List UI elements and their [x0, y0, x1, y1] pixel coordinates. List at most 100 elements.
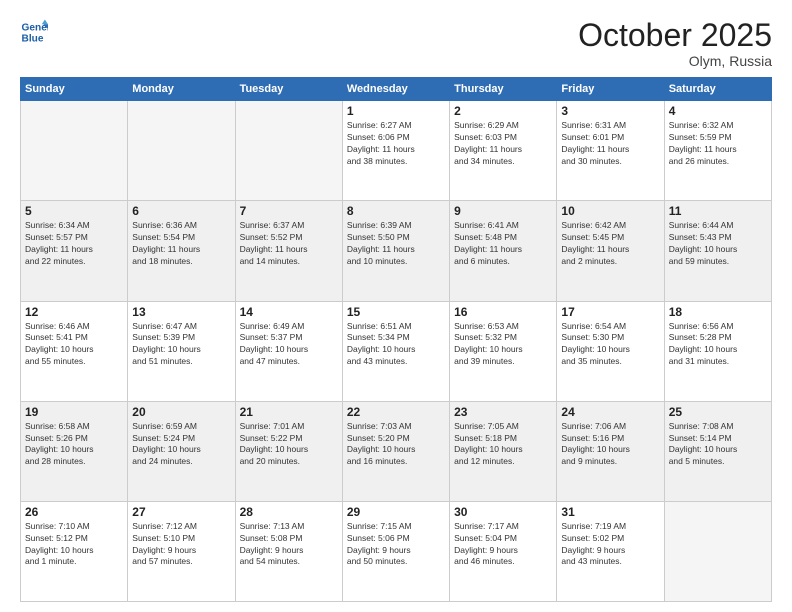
day-info: Sunrise: 7:10 AMSunset: 5:12 PMDaylight:… [25, 521, 123, 569]
table-row [235, 101, 342, 201]
day-info: Sunrise: 6:54 AMSunset: 5:30 PMDaylight:… [561, 321, 659, 369]
calendar-week-row: 19 Sunrise: 6:58 AMSunset: 5:26 PMDayligh… [21, 401, 772, 501]
logo-icon: General Blue [20, 18, 48, 46]
day-info: Sunrise: 6:36 AMSunset: 5:54 PMDaylight:… [132, 220, 230, 268]
table-row: 5 Sunrise: 6:34 AMSunset: 5:57 PMDaylight… [21, 201, 128, 301]
table-row: 7 Sunrise: 6:37 AMSunset: 5:52 PMDaylight… [235, 201, 342, 301]
table-row: 10 Sunrise: 6:42 AMSunset: 5:45 PMDayligh… [557, 201, 664, 301]
col-wednesday: Wednesday [342, 78, 449, 101]
table-row: 22Sunrise: 7:03 AMSunset: 5:20 PMDayligh… [342, 401, 449, 501]
calendar-week-row: 12Sunrise: 6:46 AMSunset: 5:41 PMDayligh… [21, 301, 772, 401]
day-number: 11 [669, 204, 767, 218]
table-row: 19 Sunrise: 6:58 AMSunset: 5:26 PMDayligh… [21, 401, 128, 501]
day-info: Sunrise: 6:53 AMSunset: 5:32 PMDaylight:… [454, 321, 552, 369]
day-info: Sunrise: 6:49 AMSunset: 5:37 PMDaylight:… [240, 321, 338, 369]
table-row: 18 Sunrise: 6:56 AMSunset: 5:28 PMDayligh… [664, 301, 771, 401]
table-row: 9 Sunrise: 6:41 AMSunset: 5:48 PMDaylight… [450, 201, 557, 301]
table-row: 2 Sunrise: 6:29 AMSunset: 6:03 PMDaylight… [450, 101, 557, 201]
day-number: 6 [132, 204, 230, 218]
day-info: Sunrise: 6:51 AMSunset: 5:34 PMDaylight:… [347, 321, 445, 369]
day-number: 20 [132, 405, 230, 419]
day-number: 4 [669, 104, 767, 118]
table-row: 29 Sunrise: 7:15 AMSunset: 5:06 PMDayligh… [342, 501, 449, 601]
header: General Blue General Blue October 2025 O… [20, 18, 772, 69]
day-info: Sunrise: 7:13 AMSunset: 5:08 PMDaylight:… [240, 521, 338, 569]
day-info: Sunrise: 6:41 AMSunset: 5:48 PMDaylight:… [454, 220, 552, 268]
table-row: 16 Sunrise: 6:53 AMSunset: 5:32 PMDayligh… [450, 301, 557, 401]
table-row: 17 Sunrise: 6:54 AMSunset: 5:30 PMDayligh… [557, 301, 664, 401]
day-info: Sunrise: 7:05 AMSunset: 5:18 PMDaylight:… [454, 421, 552, 469]
day-info: Sunrise: 6:37 AMSunset: 5:52 PMDaylight:… [240, 220, 338, 268]
day-number: 25 [669, 405, 767, 419]
table-row: 24Sunrise: 7:06 AMSunset: 5:16 PMDayligh… [557, 401, 664, 501]
page: General Blue General Blue October 2025 O… [0, 0, 792, 612]
day-info: Sunrise: 6:56 AMSunset: 5:28 PMDaylight:… [669, 321, 767, 369]
day-number: 29 [347, 505, 445, 519]
table-row: 31 Sunrise: 7:19 AMSunset: 5:02 PMDayligh… [557, 501, 664, 601]
day-info: Sunrise: 6:32 AMSunset: 5:59 PMDaylight:… [669, 120, 767, 168]
day-info: Sunrise: 6:29 AMSunset: 6:03 PMDaylight:… [454, 120, 552, 168]
table-row: 14 Sunrise: 6:49 AMSunset: 5:37 PMDayligh… [235, 301, 342, 401]
day-info: Sunrise: 6:34 AMSunset: 5:57 PMDaylight:… [25, 220, 123, 268]
table-row [664, 501, 771, 601]
table-row: 13Sunrise: 6:47 AMSunset: 5:39 PMDayligh… [128, 301, 235, 401]
day-info: Sunrise: 6:58 AMSunset: 5:26 PMDaylight:… [25, 421, 123, 469]
table-row: 26 Sunrise: 7:10 AMSunset: 5:12 PMDayligh… [21, 501, 128, 601]
day-number: 9 [454, 204, 552, 218]
day-info: Sunrise: 6:39 AMSunset: 5:50 PMDaylight:… [347, 220, 445, 268]
day-number: 26 [25, 505, 123, 519]
calendar-week-row: 26 Sunrise: 7:10 AMSunset: 5:12 PMDayligh… [21, 501, 772, 601]
day-number: 14 [240, 305, 338, 319]
title-block: October 2025 Olym, Russia [578, 18, 772, 69]
table-row: 27Sunrise: 7:12 AMSunset: 5:10 PMDayligh… [128, 501, 235, 601]
day-number: 31 [561, 505, 659, 519]
col-friday: Friday [557, 78, 664, 101]
table-row [128, 101, 235, 201]
table-row: 11 Sunrise: 6:44 AMSunset: 5:43 PMDayligh… [664, 201, 771, 301]
day-info: Sunrise: 6:44 AMSunset: 5:43 PMDaylight:… [669, 220, 767, 268]
day-number: 15 [347, 305, 445, 319]
day-number: 12 [25, 305, 123, 319]
table-row [21, 101, 128, 201]
day-number: 5 [25, 204, 123, 218]
month-title: October 2025 [578, 18, 772, 53]
table-row: 8 Sunrise: 6:39 AMSunset: 5:50 PMDaylight… [342, 201, 449, 301]
day-number: 10 [561, 204, 659, 218]
day-number: 24 [561, 405, 659, 419]
logo: General Blue General Blue [20, 18, 48, 46]
day-info: Sunrise: 6:27 AMSunset: 6:06 PMDaylight:… [347, 120, 445, 168]
day-info: Sunrise: 7:12 AMSunset: 5:10 PMDaylight:… [132, 521, 230, 569]
day-number: 8 [347, 204, 445, 218]
day-info: Sunrise: 6:31 AMSunset: 6:01 PMDaylight:… [561, 120, 659, 168]
day-info: Sunrise: 7:19 AMSunset: 5:02 PMDaylight:… [561, 521, 659, 569]
table-row: 1 Sunrise: 6:27 AMSunset: 6:06 PMDaylight… [342, 101, 449, 201]
calendar: Sunday Monday Tuesday Wednesday Thursday… [20, 77, 772, 602]
table-row: 28Sunrise: 7:13 AMSunset: 5:08 PMDayligh… [235, 501, 342, 601]
day-info: Sunrise: 7:17 AMSunset: 5:04 PMDaylight:… [454, 521, 552, 569]
table-row: 4 Sunrise: 6:32 AMSunset: 5:59 PMDaylight… [664, 101, 771, 201]
day-number: 1 [347, 104, 445, 118]
table-row: 3Sunrise: 6:31 AMSunset: 6:01 PMDaylight… [557, 101, 664, 201]
calendar-header-row: Sunday Monday Tuesday Wednesday Thursday… [21, 78, 772, 101]
col-tuesday: Tuesday [235, 78, 342, 101]
day-info: Sunrise: 7:03 AMSunset: 5:20 PMDaylight:… [347, 421, 445, 469]
day-info: Sunrise: 7:01 AMSunset: 5:22 PMDaylight:… [240, 421, 338, 469]
day-info: Sunrise: 6:42 AMSunset: 5:45 PMDaylight:… [561, 220, 659, 268]
table-row: 12Sunrise: 6:46 AMSunset: 5:41 PMDayligh… [21, 301, 128, 401]
day-info: Sunrise: 7:08 AMSunset: 5:14 PMDaylight:… [669, 421, 767, 469]
day-number: 21 [240, 405, 338, 419]
day-number: 16 [454, 305, 552, 319]
day-number: 13 [132, 305, 230, 319]
day-info: Sunrise: 7:15 AMSunset: 5:06 PMDaylight:… [347, 521, 445, 569]
calendar-week-row: 1 Sunrise: 6:27 AMSunset: 6:06 PMDaylight… [21, 101, 772, 201]
day-number: 7 [240, 204, 338, 218]
day-number: 2 [454, 104, 552, 118]
day-number: 19 [25, 405, 123, 419]
svg-text:Blue: Blue [22, 33, 44, 44]
day-number: 18 [669, 305, 767, 319]
day-number: 23 [454, 405, 552, 419]
day-number: 17 [561, 305, 659, 319]
calendar-week-row: 5 Sunrise: 6:34 AMSunset: 5:57 PMDaylight… [21, 201, 772, 301]
table-row: 21 Sunrise: 7:01 AMSunset: 5:22 PMDayligh… [235, 401, 342, 501]
col-thursday: Thursday [450, 78, 557, 101]
